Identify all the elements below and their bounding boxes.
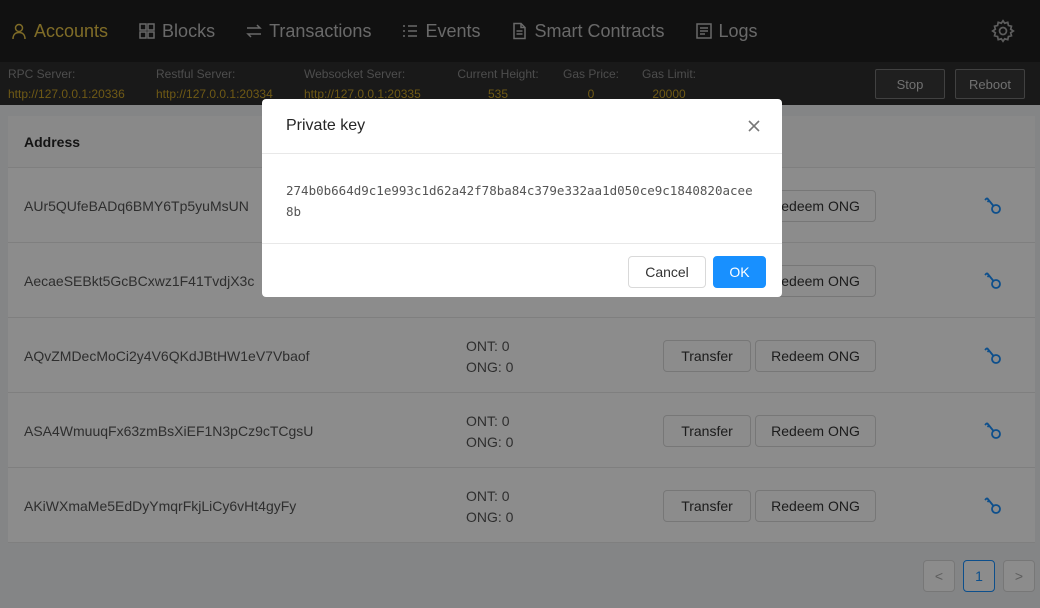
- cancel-button[interactable]: Cancel: [628, 256, 706, 288]
- modal-header: Private key: [262, 99, 782, 154]
- private-key-text: 274b0b664d9c1e993c1d62a42f78ba84c379e332…: [262, 154, 782, 244]
- modal-overlay[interactable]: [0, 0, 1040, 608]
- modal-title: Private key: [286, 117, 366, 134]
- ok-button[interactable]: OK: [713, 256, 766, 288]
- close-icon[interactable]: [744, 116, 764, 136]
